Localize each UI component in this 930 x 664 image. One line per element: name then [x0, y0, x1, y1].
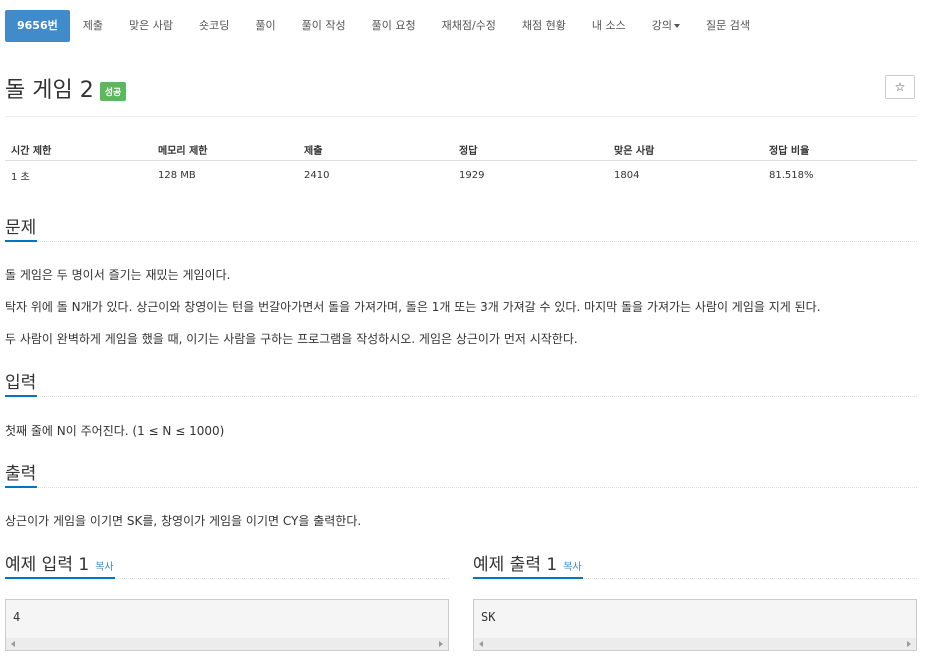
nav-lectures-label: 강의: [651, 19, 672, 32]
header-memory-limit: 메모리 제한: [152, 138, 298, 161]
copy-sample-input-link[interactable]: 복사: [95, 562, 113, 573]
problem-line-1: 돌 게임은 두 명이서 즐기는 재밌는 게임이다.: [5, 268, 231, 282]
copy-sample-output-link[interactable]: 복사: [563, 562, 581, 573]
nav-lectures-dropdown[interactable]: 강의: [639, 10, 693, 42]
section-problem-accent: [5, 240, 37, 242]
section-input-heading: 입력: [5, 373, 37, 393]
problem-title-row: 돌 게임 2 성공: [5, 72, 127, 104]
section-output-accent: [5, 486, 37, 488]
problem-info-table: 시간 제한 메모리 제한 제출 정답 맞은 사람 정답 비율 1 초 128 M…: [5, 138, 917, 189]
value-accepted-users: 1804: [614, 169, 640, 181]
header-accepted-users: 맞은 사람: [608, 138, 763, 161]
scroll-left-icon[interactable]: [479, 641, 483, 647]
section-input-line: [5, 396, 917, 397]
sample-output-heading: 예제 출력 1 복사: [473, 550, 582, 575]
nav-my-source[interactable]: 내 소스: [579, 10, 639, 42]
star-icon: ☆: [894, 80, 906, 94]
sample-output-accent: [473, 577, 583, 579]
header-submissions: 제출: [298, 138, 453, 161]
nav-question-search[interactable]: 질문 검색: [693, 10, 763, 42]
section-problem-line: [5, 241, 917, 242]
sample-input-title: 예제 입력 1: [5, 555, 90, 575]
sample-input-box[interactable]: 4: [5, 599, 449, 651]
sample-input-heading: 예제 입력 1 복사: [5, 550, 114, 575]
section-problem-heading: 문제: [5, 218, 37, 238]
problem-line-2: 탁자 위에 돌 N개가 있다. 상근이와 창영이는 턴을 번갈아가면서 돌을 가…: [5, 300, 821, 314]
input-description: 첫째 줄에 N이 주어진다. (1 ≤ N ≤ 1000): [5, 424, 225, 438]
header-accept-ratio: 정답 비율: [763, 138, 917, 161]
value-accepted: 1929: [459, 169, 485, 181]
title-divider: [5, 116, 917, 117]
value-memory-limit: 128 MB: [158, 169, 196, 181]
problem-title: 돌 게임 2: [5, 78, 94, 103]
sample-input-value: 4: [13, 610, 21, 624]
nav-accepted-users[interactable]: 맞은 사람: [116, 10, 186, 42]
value-submissions: 2410: [304, 169, 330, 181]
info-header-row: 시간 제한 메모리 제한 제출 정답 맞은 사람 정답 비율: [5, 138, 917, 161]
sample-output-title: 예제 출력 1: [473, 555, 558, 575]
nav-problem-number[interactable]: 9656번: [5, 10, 70, 42]
section-output-heading: 출력: [5, 464, 37, 484]
header-accepted: 정답: [453, 138, 608, 161]
nav-solutions[interactable]: 풀이: [242, 10, 288, 42]
nav-write-solution[interactable]: 풀이 작성: [289, 10, 359, 42]
scroll-right-icon[interactable]: [439, 641, 443, 647]
value-accept-ratio: 81.518%: [769, 169, 814, 181]
scroll-left-icon[interactable]: [11, 641, 15, 647]
header-time-limit: 시간 제한: [5, 138, 152, 161]
nav-rejudge[interactable]: 재채점/수정: [429, 10, 509, 42]
favorite-star-button[interactable]: ☆: [885, 75, 915, 99]
section-output-line: [5, 487, 917, 488]
scroll-right-icon[interactable]: [907, 641, 911, 647]
sample-output-box[interactable]: SK: [473, 599, 917, 651]
output-description: 상근이가 게임을 이기면 SK를, 창영이가 게임을 이기면 CY을 출력한다.: [5, 514, 362, 528]
nav-submit[interactable]: 제출: [70, 10, 116, 42]
nav-status[interactable]: 채점 현황: [509, 10, 579, 42]
sample-input-accent: [5, 577, 115, 579]
problem-nav: 9656번 제출 맞은 사람 숏코딩 풀이 풀이 작성 풀이 요청 재채점/수정…: [5, 10, 763, 42]
section-input-accent: [5, 395, 37, 397]
nav-short-coding[interactable]: 숏코딩: [186, 10, 242, 42]
sample-output-value: SK: [481, 610, 496, 624]
problem-line-3: 두 사람이 완벽하게 게임을 했을 때, 이기는 사람을 구하는 프로그램을 작…: [5, 332, 578, 346]
value-time-limit: 1 초: [11, 171, 30, 183]
caret-down-icon: [673, 24, 680, 28]
info-value-row: 1 초 128 MB 2410 1929 1804 81.518%: [5, 161, 917, 190]
status-badge: 성공: [99, 81, 127, 101]
sample-output-scrollbar[interactable]: [474, 638, 916, 650]
sample-input-scrollbar[interactable]: [6, 638, 448, 650]
nav-request-solution[interactable]: 풀이 요청: [359, 10, 429, 42]
